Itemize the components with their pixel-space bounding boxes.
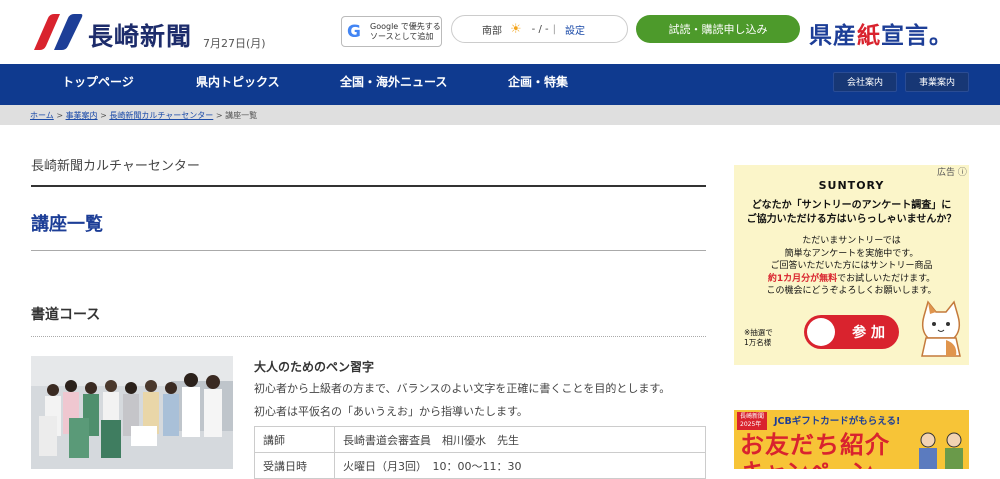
kensan-highlight: 紙 bbox=[857, 23, 881, 49]
people-illustration-icon bbox=[919, 432, 963, 469]
nav-national-world-news[interactable]: 全国・海外ニュース bbox=[340, 64, 447, 105]
google-line2: ソースとして追加 bbox=[370, 31, 434, 41]
info-key: 受講日時 bbox=[254, 452, 335, 479]
course-title[interactable]: 大人のためのペン習字 bbox=[254, 358, 374, 375]
dotted-divider bbox=[31, 336, 706, 337]
table-row: 受講日時 火曜日（月3回） 10：00〜11：30 bbox=[254, 452, 706, 479]
ad-body-highlight: 約1カ月分が無料 bbox=[767, 273, 838, 284]
weather-region[interactable]: 南部 bbox=[482, 22, 502, 37]
breadcrumb-sep: > bbox=[215, 111, 223, 120]
kensan-sengen-logo[interactable]: 県産紙宣言。 bbox=[809, 16, 953, 50]
divider bbox=[31, 185, 706, 187]
weather-widget: 南部 ☀ - / - | 設定 bbox=[451, 15, 628, 43]
brand-name[interactable]: 長崎新聞 bbox=[88, 17, 192, 53]
nav-top-page[interactable]: トップページ bbox=[62, 64, 134, 105]
google-g-icon: G bbox=[347, 21, 361, 42]
google-line1: Google で優先する bbox=[370, 21, 441, 31]
ad-label[interactable]: 広告 ⓘ bbox=[937, 165, 967, 178]
class-group-photo bbox=[31, 356, 233, 469]
toggle-knob-icon bbox=[807, 318, 835, 346]
google-button-label: Google で優先する ソースとして追加 bbox=[370, 22, 441, 42]
sun-icon: ☀ bbox=[510, 21, 522, 37]
info-value: 火曜日（月3回） 10：00〜11：30 bbox=[334, 452, 706, 479]
ad-note-line1: ※抽選で bbox=[744, 328, 773, 337]
ad-join-label: 参 加 bbox=[852, 325, 885, 341]
ad-question-line2: ご協力いただける方はいらっしゃいませんか？ bbox=[746, 214, 957, 225]
ad-body-line: この機会にどうぞよろしくお願いします。 bbox=[766, 286, 937, 296]
ad-join-button[interactable]: 参 加 bbox=[804, 315, 899, 349]
course-description-2: 初心者は平仮名の「あいうえお」から指導いたします。 bbox=[254, 405, 528, 418]
breadcrumb-business[interactable]: 事業案内 bbox=[66, 111, 98, 120]
ad-body-line: 簡単なアンケートを実施中です。 bbox=[784, 248, 919, 259]
google-preferred-source-button[interactable]: G Google で優先する ソースとして追加 bbox=[341, 16, 442, 47]
section-title: 書道コース bbox=[31, 307, 101, 323]
ad-question: どなたか「サントリーのアンケート調査」に ご協力いただける方はいらっしゃいません… bbox=[734, 199, 969, 227]
nav-company-info-button[interactable]: 会社案内 bbox=[833, 72, 897, 92]
cat-mascot-icon bbox=[921, 300, 961, 357]
ad-body-line: ただいまサントリーでは bbox=[802, 236, 901, 246]
ad-question-line1: どなたか「サントリーのアンケート調査」に bbox=[751, 200, 952, 211]
page-subtitle: 長崎新聞カルチャーセンター bbox=[31, 159, 200, 174]
info-icon: ⓘ bbox=[957, 168, 967, 178]
ad-label-text: 広告 bbox=[937, 168, 956, 178]
course-photo bbox=[31, 356, 233, 469]
weather-temps: - / - bbox=[531, 23, 549, 35]
breadcrumb-culture-center[interactable]: 長崎新聞カルチャーセンター bbox=[109, 111, 213, 120]
breadcrumb-home[interactable]: ホーム bbox=[30, 111, 54, 120]
ad2-main-text-2: キャンペーン bbox=[742, 454, 873, 469]
info-key: 講師 bbox=[254, 426, 335, 453]
header-date: 7月27日(月) bbox=[203, 37, 266, 50]
table-row: 講師 長崎書道会審査員 相川優水 先生 bbox=[254, 426, 706, 453]
breadcrumb-sep: > bbox=[56, 111, 64, 120]
kensan-post: 宣言。 bbox=[881, 23, 953, 49]
course-description: 初心者から上級者の方まで、バランスのよい文字を正確に書くことを目的とします。 bbox=[254, 382, 671, 395]
ad-body-line: ご回答いただいた方にはサントリー商品 bbox=[770, 261, 933, 271]
ad-note-line2: 1万名様 bbox=[744, 338, 772, 347]
nav-business-info-button[interactable]: 事業案内 bbox=[905, 72, 969, 92]
ad-body-line: でお試しいただけます。 bbox=[837, 273, 936, 284]
page-title: 講座一覧 bbox=[31, 214, 103, 235]
breadcrumb-current: 講座一覧 bbox=[225, 111, 258, 120]
weather-settings-link[interactable]: 設定 bbox=[565, 22, 585, 37]
kensan-pre: 県産 bbox=[809, 23, 857, 49]
course-info-table: 講師 長崎書道会審査員 相川優水 先生 受講日時 火曜日（月3回） 10：00〜… bbox=[254, 426, 706, 479]
divider bbox=[31, 250, 706, 251]
nav-features[interactable]: 企画・特集 bbox=[508, 64, 568, 105]
ad-brand: SUNTORY bbox=[818, 179, 885, 192]
nagasaki-shimbun-logo-icon[interactable] bbox=[30, 12, 85, 52]
ad-body: ただいまサントリーでは 簡単なアンケートを実施中です。 ご回答いただいた方にはサ… bbox=[734, 235, 969, 298]
friend-referral-ad[interactable]: 長崎新聞2025年 JCBギフトカードがもらえる! お友だち紹介 キャンペーン bbox=[734, 410, 969, 469]
site-header: 長崎新聞 7月27日(月) G Google で優先する ソースとして追加 南部… bbox=[0, 0, 1000, 64]
nav-local-topics[interactable]: 県内トピックス bbox=[196, 64, 280, 105]
breadcrumb-sep: > bbox=[100, 111, 107, 120]
suntory-survey-ad[interactable]: SUNTORY どなたか「サントリーのアンケート調査」に ご協力いただける方はい… bbox=[734, 165, 969, 365]
weather-divider: | bbox=[552, 23, 556, 35]
info-value: 長崎書道会審査員 相川優水 先生 bbox=[334, 426, 706, 453]
ad2-badge-line1: 長崎新聞 bbox=[740, 413, 765, 420]
global-nav: トップページ 県内トピックス 全国・海外ニュース 企画・特集 会社案内 事業案内 bbox=[0, 64, 1000, 105]
breadcrumb: ホーム > 事業案内 > 長崎新聞カルチャーセンター > 講座一覧 bbox=[0, 105, 1000, 125]
ad-note: ※抽選で 1万名様 bbox=[744, 328, 773, 348]
subscribe-button[interactable]: 試読・購読申し込み bbox=[636, 15, 800, 43]
